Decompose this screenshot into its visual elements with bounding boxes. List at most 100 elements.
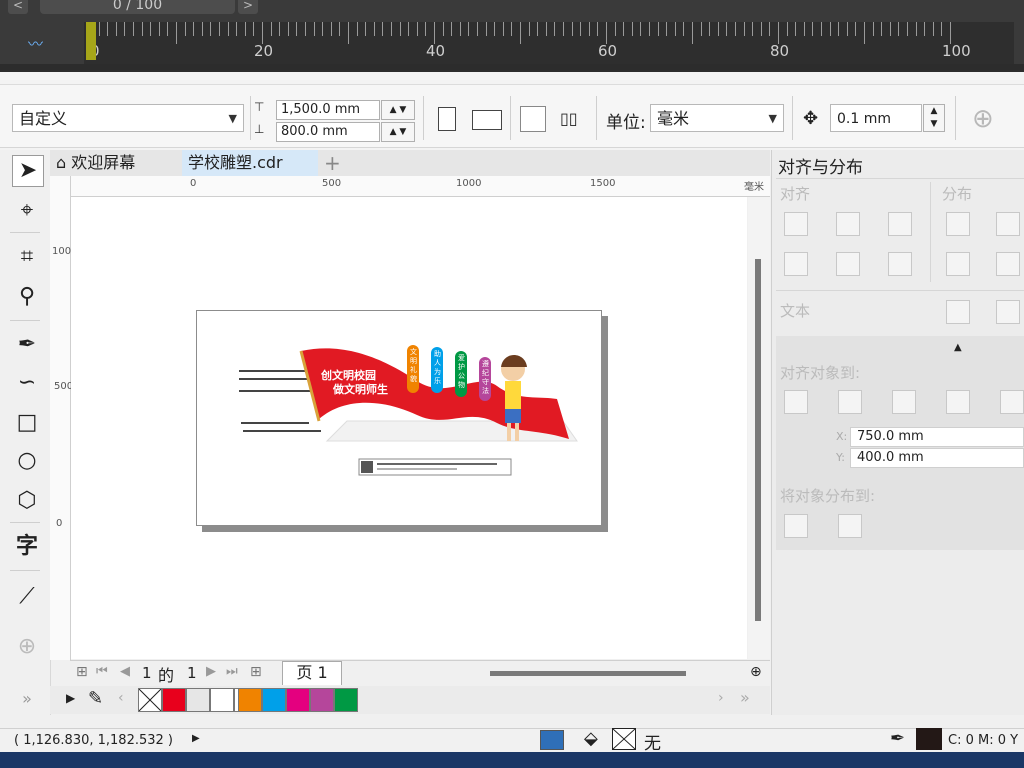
distribute-left-icon[interactable] (946, 212, 970, 236)
nudge-spinner[interactable]: ▲ ▼ (923, 104, 945, 132)
text-bbox-icon[interactable] (996, 300, 1020, 324)
expand-chevron-icon[interactable]: » (12, 684, 42, 714)
vertical-scrollbar[interactable] (748, 197, 770, 659)
add-icon[interactable]: ⊕ (972, 104, 994, 134)
rectangle-tool-icon[interactable]: □ (12, 408, 42, 438)
document-page[interactable]: 创文明校园 做文明师生 文明礼貌 助人为乐 爱护公物 遵纪守法 (196, 310, 602, 526)
dimension-tool-icon[interactable]: ⟋ (12, 582, 42, 612)
align-to-page-edge-icon[interactable] (838, 390, 862, 414)
first-page-icon[interactable]: ⏮ (96, 664, 108, 679)
status-expand-icon[interactable]: ▶ (192, 733, 200, 744)
crop-tool-icon[interactable]: ⌗ (12, 242, 42, 272)
next-page-icon[interactable]: ▶ (206, 664, 216, 679)
color-swatch[interactable] (210, 688, 234, 712)
vertical-ruler[interactable]: 1000 500 0 (50, 176, 77, 660)
align-y-input[interactable]: 400.0 mm (850, 448, 1024, 468)
color-swatch[interactable] (162, 688, 186, 712)
align-to-grid-icon[interactable] (946, 390, 970, 414)
color-swatch[interactable] (262, 688, 286, 712)
timeline-tick (752, 22, 754, 36)
add-page-after-icon[interactable]: ⊞ (250, 664, 262, 680)
all-pages-icon[interactable] (520, 106, 546, 132)
timeline-tick (683, 22, 685, 36)
distribute-top-icon[interactable] (946, 252, 970, 276)
palette-scroll-right-icon[interactable]: › (718, 690, 724, 706)
palette-scroll-left-icon[interactable]: ‹ (118, 690, 124, 706)
page-width-spinner[interactable]: ▲ ▼ (381, 100, 415, 120)
palette-expand-icon[interactable]: » (740, 688, 750, 707)
fill-none-swatch[interactable] (612, 728, 636, 750)
ellipse-tool-icon[interactable]: ○ (12, 446, 42, 476)
align-to-page-center-icon[interactable] (892, 390, 916, 414)
timeline-tick (872, 22, 874, 36)
timeline-ruler[interactable]: 020406080100 (84, 22, 1014, 64)
text-tool-icon[interactable]: 字 (12, 532, 42, 562)
page-height-input[interactable]: 800.0 mm (276, 122, 380, 142)
align-to-point-icon[interactable] (1000, 390, 1024, 414)
color-swatch[interactable] (310, 688, 334, 712)
outline-color-swatch[interactable] (916, 728, 942, 750)
timeline-tick (459, 22, 461, 36)
pen-tool-icon[interactable]: ✒ (12, 330, 42, 360)
distribute-section-label: 分布 (942, 185, 973, 203)
page-width-input[interactable]: 1,500.0 mm (276, 100, 380, 120)
tab-document[interactable]: 学校雕塑.cdr (182, 150, 318, 176)
align-left-icon[interactable] (784, 212, 808, 236)
timeline-tick (176, 22, 177, 44)
timeline-prev-button[interactable]: < (8, 0, 28, 14)
align-to-active-icon[interactable] (784, 390, 808, 414)
text-baseline-icon[interactable] (946, 300, 970, 324)
page-height-spinner[interactable]: ▲ ▼ (381, 122, 415, 142)
timeline-playhead[interactable] (86, 22, 96, 60)
eyedropper-icon[interactable]: ✎ (88, 688, 103, 709)
fill-bucket-icon[interactable]: ⬙ (584, 728, 598, 749)
outline-pen-icon[interactable]: ✒ (890, 728, 905, 749)
pick-tool-icon[interactable]: ➤ (12, 155, 44, 187)
distribute-to-page-icon[interactable] (838, 514, 862, 538)
palette-menu-icon[interactable]: ▶ (66, 691, 75, 705)
shape-tool-icon[interactable]: ⌖ (12, 196, 42, 226)
color-proof-icon[interactable] (540, 730, 564, 750)
align-top-icon[interactable] (784, 252, 808, 276)
align-center-h-icon[interactable] (836, 212, 860, 236)
current-page-icon[interactable]: ▯▯ (560, 106, 588, 132)
portrait-icon[interactable] (438, 107, 456, 131)
distribute-to-selection-icon[interactable] (784, 514, 808, 538)
add-page-before-icon[interactable]: ⊞ (76, 664, 88, 680)
distribute-center-icon[interactable] (996, 212, 1020, 236)
tab-welcome[interactable]: ⌂ 欢迎屏幕 (50, 150, 141, 176)
timeline-tick (322, 22, 324, 36)
zoom-icon[interactable]: ⊕ (750, 664, 762, 680)
align-bottom-icon[interactable] (888, 252, 912, 276)
landscape-icon[interactable] (472, 110, 502, 130)
timeline-frame-counter[interactable]: 0 / 100 (40, 0, 235, 14)
zoom-tool-icon[interactable]: ⚲ (12, 282, 42, 312)
add-tool-icon[interactable]: ⊕ (12, 632, 42, 662)
distribute-middle-icon[interactable] (996, 252, 1020, 276)
page-tab[interactable]: 页 1 (282, 661, 342, 685)
page-preset-dropdown[interactable]: 自定义 ▼ (12, 104, 244, 132)
color-swatch[interactable] (186, 688, 210, 712)
prev-page-icon[interactable]: ◀ (120, 664, 130, 679)
align-right-icon[interactable] (888, 212, 912, 236)
color-swatch[interactable] (286, 688, 310, 712)
vertical-scroll-thumb[interactable] (755, 259, 761, 621)
horizontal-scroll-thumb[interactable] (490, 671, 686, 676)
timeline-next-button[interactable]: > (238, 0, 258, 14)
separator (510, 96, 511, 140)
horizontal-ruler[interactable]: 0 500 1000 1500 毫米 (70, 176, 770, 197)
units-dropdown[interactable]: 毫米 ▼ (650, 104, 784, 132)
color-swatch[interactable] (238, 688, 262, 712)
color-swatch[interactable] (334, 688, 358, 712)
artwork[interactable] (197, 311, 601, 525)
artistic-media-icon[interactable]: ∽ (12, 368, 42, 398)
waveform-icon[interactable]: 〰 (28, 33, 43, 54)
nudge-distance-input[interactable]: 0.1 mm (830, 104, 922, 132)
align-center-v-icon[interactable] (836, 252, 860, 276)
no-color-swatch[interactable] (138, 688, 162, 712)
align-x-input[interactable]: 750.0 mm (850, 427, 1024, 447)
collapse-up-icon[interactable]: ▲ (954, 342, 962, 353)
polygon-tool-icon[interactable]: ⬡ (12, 486, 42, 516)
add-tab-button[interactable]: + (318, 150, 347, 176)
last-page-icon[interactable]: ⏭ (226, 664, 238, 679)
